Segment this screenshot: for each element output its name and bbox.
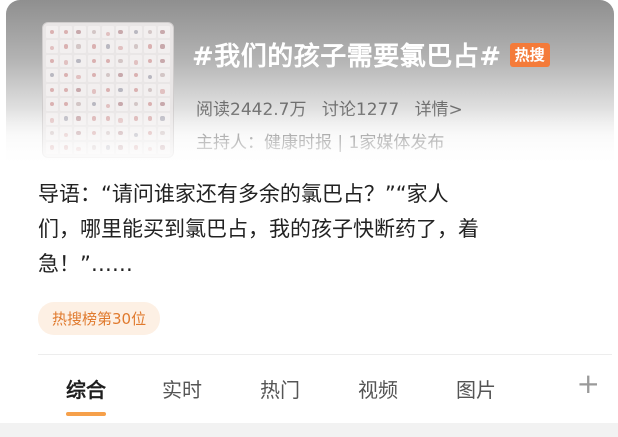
topic-host: 主持人：健康时报 | 1家媒体发布	[196, 133, 445, 153]
tab-comprehensive[interactable]: 综合	[66, 374, 106, 403]
topic-title: #我们的孩子需要氯巴占#	[192, 42, 502, 72]
hot-badge: 热搜	[509, 42, 550, 67]
discussion-count: 讨论1277	[321, 100, 400, 120]
intro-line: 急！”……	[38, 252, 133, 276]
bottom-separator	[0, 423, 618, 437]
read-count: 阅读2442.7万	[196, 100, 307, 120]
divider	[38, 354, 612, 355]
topic-title-row: #我们的孩子需要氯巴占# 热搜	[192, 36, 550, 73]
topic-intro[interactable]: 导语：“请问谁家还有多余的氯巴占？”“家人 们，哪里能买到氯巴占，我的孩子快断药…	[38, 177, 578, 282]
active-tab-indicator	[66, 412, 106, 416]
topic-cover-image[interactable]	[42, 22, 174, 158]
tab-images[interactable]: 图片	[456, 374, 496, 403]
intro-line: 导语：“请问谁家还有多余的氯巴占？”“家人	[38, 182, 449, 206]
topic-stats: 阅读2442.7万 讨论1277 详情>	[196, 95, 473, 120]
hot-rank-badge[interactable]: 热搜榜第30位	[38, 302, 161, 335]
tab-bar: 综合 实时 热门 视频 图片	[38, 368, 608, 412]
tab-realtime[interactable]: 实时	[162, 374, 202, 403]
intro-line: 们，哪里能买到氯巴占，我的孩子快断药了，着	[38, 217, 479, 241]
tab-hot[interactable]: 热门	[260, 374, 300, 403]
tab-video[interactable]: 视频	[358, 374, 398, 403]
topic-header: #我们的孩子需要氯巴占# 热搜 阅读2442.7万 讨论1277 详情> 主持人…	[6, 0, 614, 168]
details-link[interactable]: 详情>	[415, 100, 463, 120]
add-tab-icon[interactable]: +	[577, 370, 600, 398]
topic-page: #我们的孩子需要氯巴占# 热搜 阅读2442.7万 讨论1277 详情> 主持人…	[0, 0, 618, 437]
